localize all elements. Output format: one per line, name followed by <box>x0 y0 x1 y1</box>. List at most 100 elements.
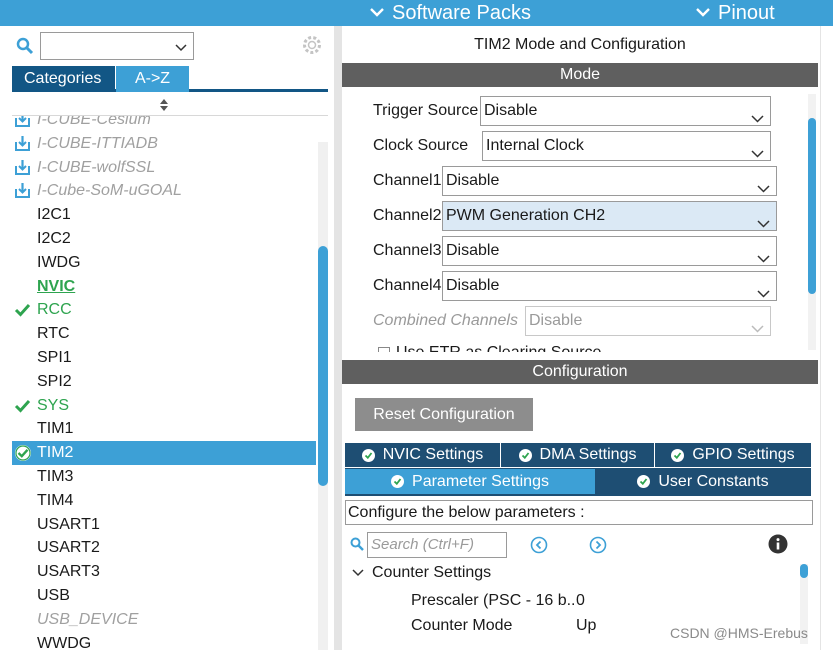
clock-source-label: Clock Source <box>373 137 469 154</box>
list-item[interactable]: USART2 <box>12 536 316 560</box>
list-scrollbar-thumb[interactable] <box>318 246 328 486</box>
list-item[interactable]: IWDG <box>12 251 316 275</box>
check-circle-icon <box>518 448 532 462</box>
chevron-down-icon <box>352 564 364 582</box>
list-item[interactable]: USART3 <box>12 560 316 584</box>
list-item-label: I2C2 <box>37 229 71 247</box>
chevron-down-icon <box>757 245 770 273</box>
list-item[interactable]: SYS <box>12 394 316 418</box>
list-item-label: TIM1 <box>37 420 74 438</box>
chevron-down-icon <box>757 175 770 203</box>
chevron-down-icon <box>696 3 710 23</box>
reset-configuration-button[interactable]: Reset Configuration <box>355 398 533 431</box>
tab-gpio-settings[interactable]: GPIO Settings <box>655 443 811 467</box>
list-item[interactable]: SPI2 <box>12 370 316 394</box>
channel3-value: Disable <box>446 242 500 259</box>
list-item[interactable]: TIM1 <box>12 417 316 441</box>
channel3-label: Channel3 <box>373 242 442 259</box>
trigger-source-select[interactable]: Disable <box>480 96 771 126</box>
clock-source-value: Internal Clock <box>486 137 584 154</box>
channel4-value: Disable <box>446 277 500 294</box>
tab-a-z[interactable]: A->Z <box>116 66 189 92</box>
etr-clearing-row[interactable]: Use ETR as Clearing Source <box>378 344 601 352</box>
component-list: I-CUBE-Cesium I-CUBE-ITTIADB I-CUBE-wolfSS… <box>12 116 316 650</box>
list-item[interactable]: TIM3 <box>12 465 316 489</box>
tab-user-constants[interactable]: User Constants <box>596 469 810 494</box>
next-result-icon[interactable] <box>589 536 607 554</box>
chevron-down-icon[interactable] <box>175 39 187 57</box>
pinout-menu[interactable]: Pinout <box>696 0 775 26</box>
channel2-value: PWM Generation CH2 <box>446 207 606 224</box>
channel2-label: Channel2 <box>373 207 442 224</box>
tab-nvic-settings[interactable]: NVIC Settings <box>345 443 500 467</box>
info-icon[interactable] <box>768 534 788 554</box>
parameters-description: Configure the below parameters : <box>345 500 813 525</box>
list-item[interactable]: I-Cube-SoM-uGOAL <box>12 179 316 203</box>
list-item-label: IWDG <box>37 253 81 271</box>
list-item[interactable]: I-CUBE-wolfSSL <box>12 156 316 180</box>
list-item-label: I2C1 <box>37 206 71 224</box>
watermark: CSDN @HMS-Erebus <box>670 625 808 641</box>
panel-divider[interactable] <box>334 26 342 650</box>
list-item-label: I-Cube-SoM-uGOAL <box>37 182 182 200</box>
sort-icon[interactable] <box>159 98 169 117</box>
gear-icon[interactable] <box>300 33 324 57</box>
list-item[interactable]: SPI1 <box>12 346 316 370</box>
component-search-combo[interactable] <box>40 32 194 60</box>
check-circle-icon <box>361 448 375 462</box>
list-item[interactable]: USB_DEVICE <box>12 608 316 632</box>
list-item[interactable]: TIM2 <box>12 441 316 465</box>
list-item[interactable]: I-CUBE-Cesium <box>12 116 316 132</box>
list-item[interactable]: RTC <box>12 322 316 346</box>
list-item[interactable]: WWDG <box>12 632 316 650</box>
clock-source-select[interactable]: Internal Clock <box>482 131 771 161</box>
trigger-source-value: Disable <box>484 102 538 119</box>
list-item-label: USB <box>37 586 70 604</box>
search-icon[interactable] <box>16 37 34 55</box>
component-list-panel: Categories A->Z I-CUBE-Cesium I-CUBE-ITTI… <box>0 26 334 650</box>
previous-result-icon[interactable] <box>530 536 548 554</box>
tab-categories[interactable]: Categories <box>12 66 115 92</box>
list-item-label: SPI1 <box>37 348 72 366</box>
tab-nvic-settings-label: NVIC Settings <box>382 446 484 463</box>
list-item[interactable]: TIM4 <box>12 489 316 513</box>
list-item-label: TIM4 <box>37 491 74 509</box>
channel1-select[interactable]: Disable <box>442 166 777 196</box>
channel4-label: Channel4 <box>373 277 442 294</box>
tab-dma-settings[interactable]: DMA Settings <box>501 443 654 467</box>
check-circle-icon <box>14 444 31 462</box>
list-item[interactable]: I-CUBE-ITTIADB <box>12 132 316 156</box>
etr-clearing-checkbox[interactable] <box>378 346 390 352</box>
configuration-header: Configuration <box>342 360 818 384</box>
mode-header: Mode <box>342 63 818 87</box>
sort-bar <box>12 96 328 116</box>
trigger-source-label: Trigger Source <box>373 102 479 119</box>
list-item[interactable]: USB <box>12 584 316 608</box>
list-item-label: WWDG <box>37 634 92 650</box>
prescaler-value[interactable]: 0 <box>576 592 585 610</box>
top-menu-bar: Software Packs Pinout <box>0 0 833 26</box>
parameter-search-input[interactable]: Search (Ctrl+F) <box>367 532 507 558</box>
list-item[interactable]: USART1 <box>12 513 316 537</box>
list-scrollbar[interactable] <box>318 142 328 650</box>
mode-scrollbar[interactable] <box>808 94 816 350</box>
component-search-row <box>12 31 332 61</box>
counter-settings-group[interactable]: Counter Settings <box>352 564 491 582</box>
list-item[interactable]: I2C2 <box>12 227 316 251</box>
chevron-down-icon <box>751 315 764 343</box>
list-item[interactable]: I2C1 <box>12 203 316 227</box>
parameters-scrollbar-thumb[interactable] <box>800 564 808 578</box>
channel2-select[interactable]: PWM Generation CH2 <box>442 201 777 231</box>
tab-user-constants-label: User Constants <box>658 472 769 490</box>
channel3-select[interactable]: Disable <box>442 236 777 266</box>
list-item[interactable]: NVIC <box>12 275 316 299</box>
software-packs-menu[interactable]: Software Packs <box>370 0 531 26</box>
list-item-label: SPI2 <box>37 372 72 390</box>
list-item[interactable]: RCC <box>12 298 316 322</box>
chevron-down-icon <box>751 140 764 168</box>
counter-mode-value[interactable]: Up <box>576 617 596 635</box>
tab-parameter-settings[interactable]: Parameter Settings <box>345 469 595 494</box>
mode-scrollbar-thumb[interactable] <box>808 118 816 294</box>
list-item-label: USART3 <box>37 563 100 581</box>
channel4-select[interactable]: Disable <box>442 271 777 301</box>
